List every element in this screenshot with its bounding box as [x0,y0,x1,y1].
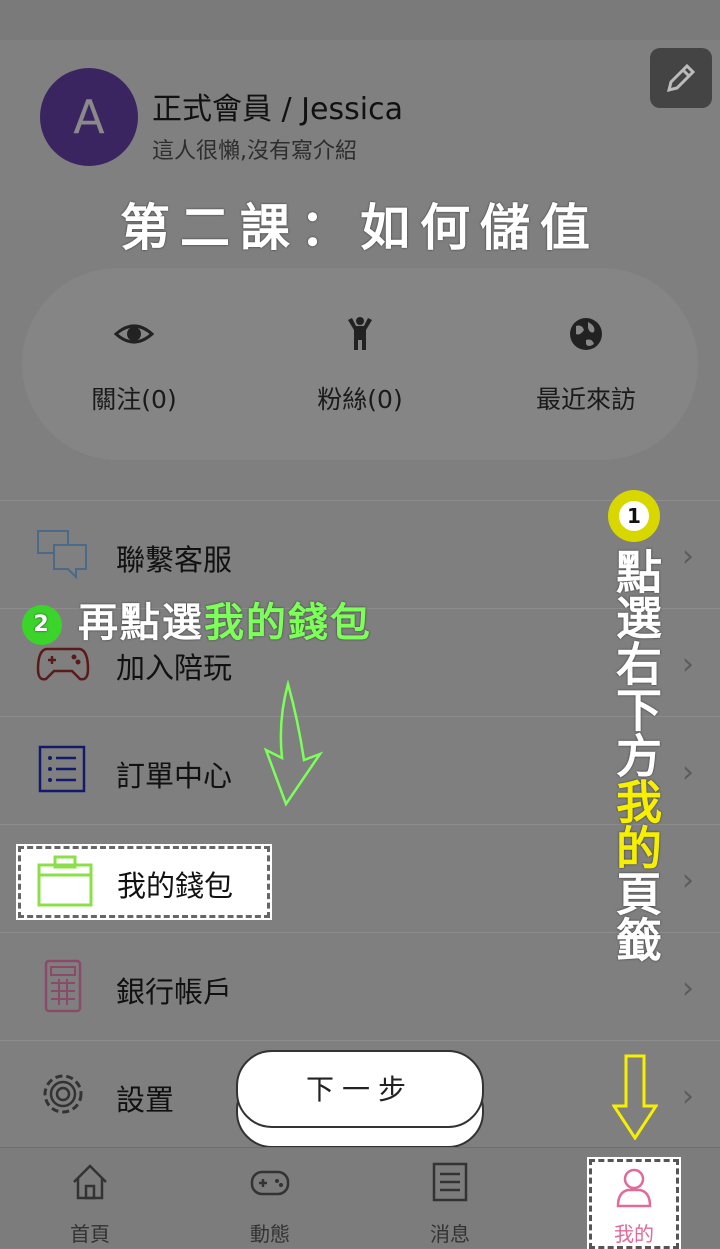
calculator-icon [44,959,82,1013]
tab-messages[interactable]: 消息 [360,1148,540,1248]
eye-icon [114,324,154,344]
gear-icon [43,1074,83,1114]
tab-label: 動態 [250,1222,290,1246]
step1-badge: 1 [608,490,660,542]
step1-text-part-a: 點選右下方 [609,548,663,778]
menu-label: 銀行帳戶 [116,975,233,1009]
user-icon [616,1168,652,1208]
tab-label: 我的 [614,1222,654,1246]
user-bio: 這人很懶,沒有寫介紹 [152,139,357,164]
stat-fans[interactable]: 粉絲(0) [260,268,460,460]
list-icon [38,745,86,793]
next-step-button[interactable]: 下一步 [236,1050,484,1148]
chevron-right-icon: › [682,1079,694,1114]
next-button-label: 下一步 [305,1073,414,1106]
home-icon [73,1164,107,1200]
chevron-right-icon: › [682,755,694,790]
wallet-icon [37,855,93,907]
tab-activity[interactable]: 動態 [180,1148,360,1248]
tab-me[interactable]: 我的 [589,1159,679,1249]
step1-text-part-c: 頁籤 [609,870,663,962]
stat-label: 粉絲(0) [317,385,403,414]
chevron-right-icon: › [682,971,694,1006]
arrow-down-icon [263,680,324,807]
user-name: 正式會員 / Jessica [152,92,403,127]
step1-text-part-b: 我的 [609,778,663,870]
lesson-title: 第二課：如何儲值 [120,199,600,257]
stat-visitors[interactable]: 最近來訪 [486,268,686,460]
stat-label: 關注(0) [91,385,177,414]
avatar[interactable]: A [40,68,138,166]
controller-icon [250,1170,290,1196]
menu-label: 加入陪玩 [116,651,233,685]
chat-icon [37,530,87,580]
chevron-right-icon: › [682,539,694,574]
menu-label: 訂單中心 [116,759,233,793]
globe-icon [570,318,602,350]
step2-text: 再點選 [77,600,204,646]
step2-annotation: 2 再點選我的錢包 [22,590,372,648]
arrow-down-icon [612,1054,658,1140]
menu-label: 設置 [116,1083,175,1117]
my-wallet-highlight[interactable]: 我的錢包 [18,846,270,918]
person-icon [348,317,372,350]
pencil-icon [666,63,696,93]
step2-highlight: 我的錢包 [203,600,372,646]
menu-label: 我的錢包 [117,869,234,903]
edit-profile-button[interactable] [650,48,712,108]
menu-label: 聯繫客服 [116,543,233,577]
chevron-right-icon: › [682,863,694,898]
stat-label: 最近來訪 [535,385,636,414]
step2-badge: 2 [22,605,62,645]
step1-text: 點選右下方 我的 頁籤 [606,548,666,962]
message-list-icon [432,1162,468,1202]
tab-home[interactable]: 首頁 [0,1148,180,1248]
stat-follow[interactable]: 關注(0) [34,268,234,460]
status-bar [0,0,720,41]
tab-label: 消息 [430,1222,470,1246]
stats-panel: 關注(0) 粉絲(0) 最近來訪 [22,268,698,460]
chevron-right-icon: › [682,647,694,682]
tab-label: 首頁 [70,1222,110,1246]
